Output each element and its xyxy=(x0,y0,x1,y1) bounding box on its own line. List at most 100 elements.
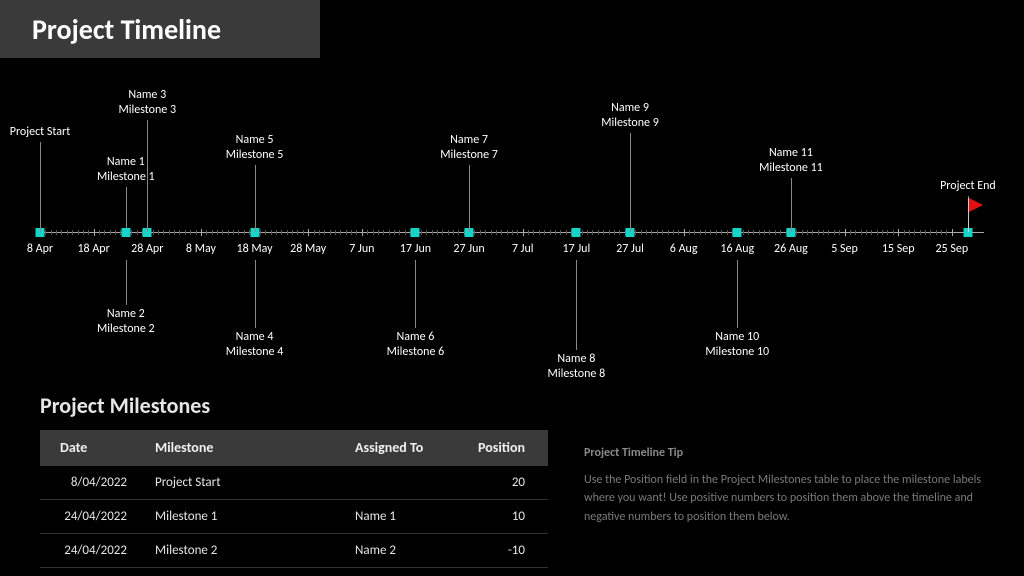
axis-minor-tick xyxy=(850,230,851,235)
col-header-position: Position xyxy=(463,430,543,466)
axis-tick-label: 8 Apr xyxy=(27,242,53,256)
axis-minor-tick xyxy=(83,230,84,235)
axis-minor-tick xyxy=(260,230,261,235)
milestone-label: Name 2Milestone 2 xyxy=(97,307,155,337)
axis-minor-tick xyxy=(190,230,191,235)
axis-minor-tick xyxy=(764,230,765,235)
axis-minor-tick xyxy=(662,230,663,235)
cell-position: -10 xyxy=(463,533,543,569)
axis-tick-label: 17 Jul xyxy=(562,242,590,256)
axis-tick-label: 7 Jun xyxy=(349,242,374,256)
axis-tick-label: 16 Aug xyxy=(720,242,754,256)
axis-minor-tick xyxy=(185,230,186,235)
axis-minor-tick xyxy=(920,230,921,235)
table-row[interactable]: 8/04/2022Project Start 20 xyxy=(40,466,548,500)
axis-minor-tick xyxy=(485,230,486,235)
axis-minor-tick xyxy=(603,230,604,235)
axis-minor-tick xyxy=(517,230,518,235)
axis-minor-tick xyxy=(866,230,867,235)
axis-minor-tick xyxy=(560,230,561,235)
axis-minor-tick xyxy=(448,230,449,235)
axis-tick xyxy=(898,229,899,236)
cell-position: 10 xyxy=(463,499,543,535)
axis-minor-tick xyxy=(383,230,384,235)
axis-minor-tick xyxy=(115,230,116,235)
cell-assigned: Name 2 xyxy=(345,533,463,569)
axis-tick-label: 28 Apr xyxy=(131,242,163,256)
axis-minor-tick xyxy=(904,230,905,235)
axis-minor-tick xyxy=(839,230,840,235)
axis-minor-tick xyxy=(292,230,293,235)
axis-tick-label: 27 Jul xyxy=(616,242,644,256)
axis-minor-tick xyxy=(217,230,218,235)
table-row[interactable]: 24/04/2022Milestone 1Name 110 xyxy=(40,500,548,534)
axis-minor-tick xyxy=(512,230,513,235)
axis-minor-tick xyxy=(893,230,894,235)
axis-minor-tick xyxy=(212,230,213,235)
table-row[interactable]: 24/04/2022Milestone 2Name 2-10 xyxy=(40,534,548,568)
axis-minor-tick xyxy=(426,230,427,235)
axis-tick xyxy=(684,229,685,236)
milestone-stem xyxy=(415,260,416,328)
axis-minor-tick xyxy=(769,230,770,235)
axis-minor-tick xyxy=(566,230,567,235)
axis-minor-tick xyxy=(163,230,164,235)
axis-minor-tick xyxy=(346,230,347,235)
axis-minor-tick xyxy=(909,230,910,235)
axis-minor-tick xyxy=(818,230,819,235)
cell-milestone: Milestone 1 xyxy=(145,499,345,535)
axis-tick-label: 8 May xyxy=(186,242,216,256)
milestones-table: Date Milestone Assigned To Position 8/04… xyxy=(40,430,548,568)
axis-minor-tick xyxy=(501,230,502,235)
milestone-stem xyxy=(791,178,792,232)
axis-minor-tick xyxy=(367,230,368,235)
page-title: Project Timeline xyxy=(32,12,221,47)
axis-minor-tick xyxy=(389,230,390,235)
axis-tick-label: 17 Jun xyxy=(400,242,431,256)
axis-minor-tick xyxy=(533,230,534,235)
milestone-stem xyxy=(469,165,470,233)
axis-minor-tick xyxy=(582,230,583,235)
milestone-label: Name 4Milestone 4 xyxy=(226,330,284,360)
axis-minor-tick xyxy=(587,230,588,235)
cell-assigned: Name 1 xyxy=(345,499,463,535)
axis-minor-tick xyxy=(544,230,545,235)
axis-minor-tick xyxy=(716,230,717,235)
milestone-stem xyxy=(126,260,127,305)
milestone-stem xyxy=(576,260,577,350)
axis-tick xyxy=(94,229,95,236)
axis-minor-tick xyxy=(233,230,234,235)
cell-date: 8/04/2022 xyxy=(40,465,145,501)
axis-minor-tick xyxy=(539,230,540,235)
axis-minor-tick xyxy=(88,230,89,235)
col-header-date: Date xyxy=(40,430,145,466)
milestone-label: Name 1Milestone 1 xyxy=(97,155,155,185)
axis-tick-label: 28 May xyxy=(290,242,326,256)
cell-position: 20 xyxy=(463,465,543,501)
axis-minor-tick xyxy=(705,230,706,235)
axis-minor-tick xyxy=(619,230,620,235)
axis-tick xyxy=(952,229,953,236)
milestone-label: Name 11Milestone 11 xyxy=(759,146,823,176)
axis-minor-tick xyxy=(206,230,207,235)
milestone-label: Project End xyxy=(940,179,996,194)
cell-milestone: Project Start xyxy=(145,465,345,501)
axis-minor-tick xyxy=(174,230,175,235)
axis-minor-tick xyxy=(861,230,862,235)
cell-milestone: Milestone 2 xyxy=(145,533,345,569)
axis-minor-tick xyxy=(373,230,374,235)
axis-minor-tick xyxy=(153,230,154,235)
axis-minor-tick xyxy=(335,230,336,235)
milestone-marker xyxy=(411,228,420,237)
axis-minor-tick xyxy=(437,230,438,235)
axis-minor-tick xyxy=(480,230,481,235)
axis-minor-tick xyxy=(507,230,508,235)
milestone-stem xyxy=(147,120,148,233)
axis-minor-tick xyxy=(802,230,803,235)
axis-minor-tick xyxy=(834,230,835,235)
axis-minor-tick xyxy=(399,230,400,235)
axis-minor-tick xyxy=(812,230,813,235)
axis-minor-tick xyxy=(598,230,599,235)
tip-title: Project Timeline Tip xyxy=(584,444,994,463)
axis-minor-tick xyxy=(710,230,711,235)
